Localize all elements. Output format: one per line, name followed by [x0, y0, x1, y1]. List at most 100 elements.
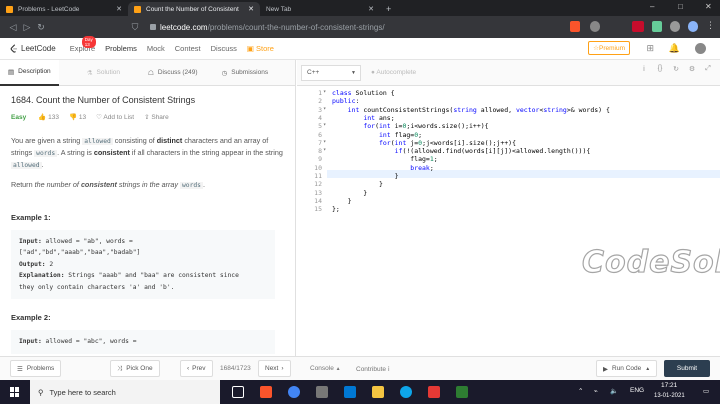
share-button[interactable]: ⇪ Share	[144, 113, 169, 121]
line-number: 12	[314, 180, 322, 189]
description-paragraph: You are given a string allowed consistin…	[11, 136, 283, 170]
reset-icon[interactable]: ↻	[668, 65, 684, 73]
fold-chevron-icon[interactable]: ▾	[323, 106, 326, 112]
leetcode-logo[interactable]: LeetCode	[10, 44, 56, 53]
profile-icon[interactable]	[688, 21, 698, 32]
notification-bell-icon[interactable]: 🔔	[669, 43, 680, 54]
line-number: 13	[314, 188, 322, 197]
prev-button[interactable]: ‹ Prev	[180, 360, 213, 377]
fold-chevron-icon[interactable]: ▾	[323, 122, 326, 128]
store-icon: ▣	[246, 44, 257, 53]
tray-chevron-icon[interactable]: ⌃	[578, 387, 583, 395]
chevron-left-icon: ‹	[187, 365, 190, 372]
fullscreen-icon[interactable]: ⤢	[700, 65, 716, 73]
example-title: Example 1:	[11, 212, 51, 222]
thumbs-up-icon: 👍	[38, 114, 49, 121]
menu-icon[interactable]: ⋮	[706, 20, 715, 31]
close-icon[interactable]: ✕	[368, 5, 374, 13]
browser-tab-bar: Problems - LeetCode ✕ Count the Number o…	[0, 0, 720, 16]
extension-icon[interactable]	[670, 21, 680, 32]
explore-badge: Day 13	[81, 36, 96, 48]
chrome-icon[interactable]	[288, 386, 300, 398]
browser-tab[interactable]: New Tab ✕	[260, 2, 380, 16]
tab-description[interactable]: ▤ Description	[0, 60, 59, 86]
language-select[interactable]: C++ ▼	[301, 64, 361, 81]
new-tab-icon[interactable]: +	[386, 4, 391, 14]
fold-chevron-icon[interactable]: ▾	[323, 147, 326, 153]
braces-icon[interactable]: {}	[652, 65, 668, 73]
taskbar-search[interactable]: ⚲ Type here to search	[30, 380, 220, 404]
file-explorer-icon[interactable]	[372, 386, 384, 398]
network-icon[interactable]: ⌁	[594, 387, 598, 395]
problem-tabs: ▤ Description ⚗ Solution ☖ Discuss (249) ◷ S…	[0, 60, 295, 86]
code-area[interactable]: 1 ▾ class Solution {2 public: 3 ▾ int countCo…	[297, 87, 720, 317]
clock-time[interactable]: 17:21	[661, 382, 677, 389]
leetcode-navbar: LeetCode Explore Day 13 Problems Mock Con…	[0, 36, 720, 60]
playground-icon[interactable]: ⊞	[646, 43, 654, 54]
like-button[interactable]: 👍 133	[38, 113, 59, 121]
nav-store[interactable]: ▣ Store	[247, 44, 274, 53]
dislike-button[interactable]: 👎 13	[69, 113, 86, 121]
code-line: class Solution {	[332, 89, 395, 97]
chevron-up-icon: ▲	[335, 366, 341, 372]
code-line: int ans;	[363, 113, 395, 122]
settings-icon[interactable]: ⚙	[684, 65, 700, 73]
windows-taskbar: ⚲ Type here to search ⌃ ⌁ 🔈 ENG 17:21 13-…	[0, 380, 720, 404]
forward-icon[interactable]: ▷	[20, 22, 34, 33]
brave-shield-icon[interactable]	[570, 21, 580, 32]
console-button[interactable]: Console ▲	[310, 365, 341, 372]
url-field[interactable]: leetcode.com/problems/count-the-number-o…	[150, 23, 385, 32]
close-icon[interactable]: ✕	[248, 5, 254, 13]
minimize-icon[interactable]: –	[650, 2, 654, 11]
rewards-icon[interactable]	[590, 21, 600, 32]
nav-problems[interactable]: Problems	[105, 44, 137, 53]
window-close-icon[interactable]: ✕	[705, 2, 712, 11]
edge-icon[interactable]	[400, 386, 412, 398]
add-to-list-button[interactable]: ♡ Add to List	[96, 113, 134, 121]
bottom-bar: ☰ Problems ⤨ Pick One ‹ Prev 1684/1723 Next…	[0, 356, 720, 380]
nav-discuss[interactable]: Discuss	[211, 44, 237, 53]
avatar[interactable]	[695, 43, 706, 54]
pick-one-button[interactable]: ⤨ Pick One	[110, 360, 160, 377]
browser-tab[interactable]: Problems - LeetCode ✕	[0, 2, 128, 16]
contribute-button[interactable]: Contribute ⅰ	[356, 365, 390, 373]
settings-app-icon[interactable]	[316, 386, 328, 398]
task-view-icon[interactable]	[232, 386, 244, 398]
tab-discuss[interactable]: ☖ Discuss (249)	[140, 60, 206, 86]
bookmark-icon[interactable]: ⛉	[128, 22, 142, 33]
tab-submissions[interactable]: ◷ Submissions	[214, 60, 277, 86]
app-icon[interactable]	[456, 386, 468, 398]
store-app-icon[interactable]	[344, 386, 356, 398]
tab-solution[interactable]: ⚗ Solution	[79, 60, 128, 86]
notification-icon[interactable]: ▭	[703, 387, 709, 395]
run-code-button[interactable]: ▶ Run Code ▲	[596, 360, 658, 377]
back-icon[interactable]: ◁	[6, 22, 20, 33]
nav-mock[interactable]: Mock	[147, 44, 165, 53]
example-title: Example 2:	[11, 313, 51, 323]
reload-icon[interactable]: ↻	[34, 22, 48, 33]
clock-date[interactable]: 13-01-2021	[654, 393, 685, 399]
extension-icon[interactable]	[652, 21, 662, 32]
language-indicator[interactable]: ENG	[630, 387, 644, 394]
code-line: int flag=0;	[378, 130, 423, 139]
extension-abp-icon[interactable]	[632, 21, 644, 32]
app-icon[interactable]	[428, 386, 440, 398]
line-number: 14	[314, 196, 322, 205]
windows-start-icon[interactable]	[10, 387, 20, 397]
fold-chevron-icon[interactable]: ▾	[323, 139, 326, 145]
fold-chevron-icon[interactable]: ▾	[323, 89, 326, 95]
problems-button[interactable]: ☰ Problems	[10, 360, 62, 377]
nav-contest[interactable]: Contest	[175, 44, 201, 53]
maximize-icon[interactable]: □	[678, 2, 683, 11]
autocomplete-toggle[interactable]: ● Autocomplete	[371, 69, 416, 76]
premium-button[interactable]: ☆ Premium	[588, 41, 630, 55]
info-icon[interactable]: ⅰ	[636, 65, 652, 73]
browser-tab-active[interactable]: Count the Number of Consistent ✕	[128, 2, 260, 16]
submit-button[interactable]: Submit	[664, 360, 710, 377]
next-button[interactable]: Next ›	[258, 360, 291, 377]
brave-browser-icon[interactable]	[260, 386, 272, 398]
close-icon[interactable]: ✕	[116, 5, 122, 13]
nav-explore[interactable]: Explore Day 13	[70, 36, 96, 53]
volume-icon[interactable]: 🔈	[610, 387, 618, 395]
discuss-icon: ☖	[148, 69, 154, 77]
